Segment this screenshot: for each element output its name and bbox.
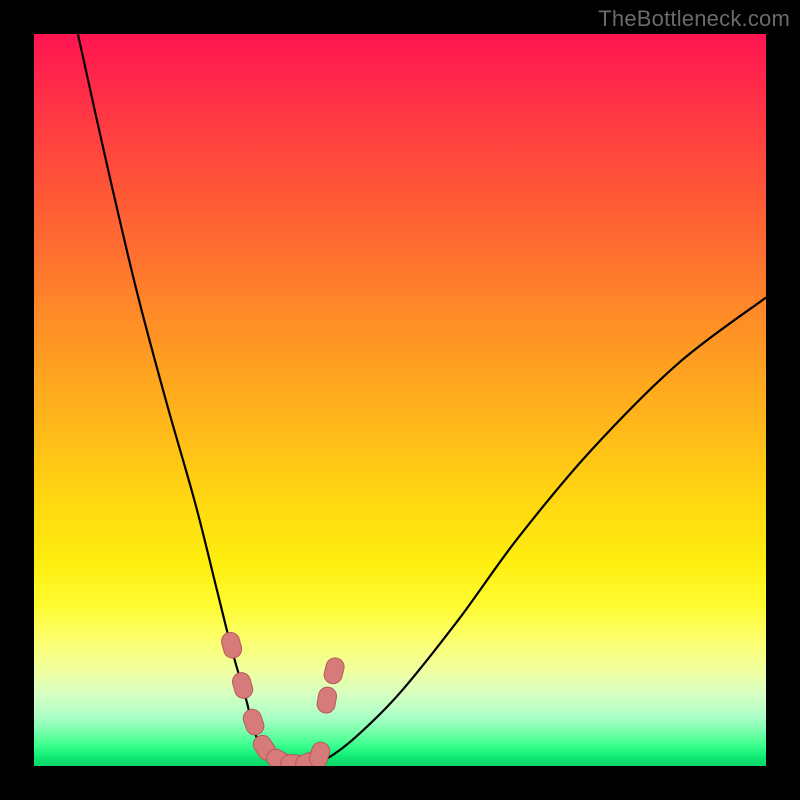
watermark-text: TheBottleneck.com xyxy=(598,6,790,32)
chart-frame: TheBottleneck.com xyxy=(0,0,800,800)
curve-marker xyxy=(307,740,332,766)
curve-marker xyxy=(322,656,346,686)
curve-marker xyxy=(219,630,243,660)
bottleneck-curve xyxy=(78,34,766,766)
plot-area xyxy=(34,34,766,766)
curve-marker xyxy=(241,707,267,738)
curve-marker xyxy=(230,671,254,701)
chart-svg xyxy=(34,34,766,766)
marker-group xyxy=(219,630,345,766)
curve-marker xyxy=(316,686,338,715)
